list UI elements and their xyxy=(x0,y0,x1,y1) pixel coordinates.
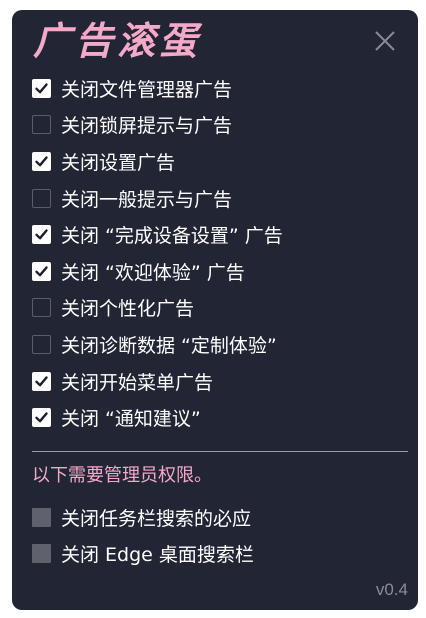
option-row[interactable]: 关闭一般提示与广告 xyxy=(32,180,402,217)
checkmark-icon xyxy=(35,412,48,423)
option-label: 关闭文件管理器广告 xyxy=(61,78,233,101)
option-label: 关闭 “通知建议” xyxy=(61,408,201,431)
disabled-checkbox xyxy=(32,543,51,563)
admin-option-row: 关闭 Edge 桌面搜索栏 xyxy=(32,535,402,571)
checkmark-icon xyxy=(35,156,48,167)
option-checkbox-unchecked[interactable] xyxy=(32,188,51,208)
option-row[interactable]: 关闭 “欢迎体验” 广告 xyxy=(32,253,402,290)
option-checkbox-checked[interactable] xyxy=(32,371,51,391)
option-checkbox-checked[interactable] xyxy=(32,151,51,171)
option-row[interactable]: 关闭开始菜单广告 xyxy=(32,363,402,400)
checkmark-icon xyxy=(35,229,48,240)
option-checkbox-checked[interactable] xyxy=(32,78,51,98)
option-label: 关闭 “欢迎体验” 广告 xyxy=(61,261,245,284)
option-checkbox-checked[interactable] xyxy=(32,408,51,428)
option-label: 关闭个性化广告 xyxy=(61,298,195,321)
option-checkbox-unchecked[interactable] xyxy=(32,115,51,135)
divider xyxy=(32,451,408,452)
close-icon xyxy=(375,31,395,51)
option-checkbox-checked[interactable] xyxy=(32,261,51,281)
option-label: 关闭 “完成设备设置” 广告 xyxy=(61,225,283,248)
app-title: 广告滚蛋 xyxy=(33,18,202,63)
option-row[interactable]: 关闭 “通知建议” xyxy=(32,399,402,436)
checkmark-icon xyxy=(35,266,48,277)
option-checkbox-unchecked[interactable] xyxy=(32,334,51,354)
disabled-checkbox xyxy=(32,507,51,527)
admin-options-list: 关闭任务栏搜索的必应 关闭 Edge 桌面搜索栏 xyxy=(32,499,402,571)
option-label: 关闭设置广告 xyxy=(61,151,176,174)
admin-option-label: 关闭任务栏搜索的必应 xyxy=(61,507,252,530)
option-row[interactable]: 关闭文件管理器广告 xyxy=(32,70,402,107)
option-checkbox-checked[interactable] xyxy=(32,225,51,245)
version-label: v0.4 xyxy=(375,580,408,599)
admin-option-row: 关闭任务栏搜索的必应 xyxy=(32,499,402,535)
option-label: 关闭一般提示与广告 xyxy=(61,188,233,211)
checkmark-icon xyxy=(35,83,48,94)
option-label: 关闭锁屏提示与广告 xyxy=(61,115,233,138)
option-label: 关闭诊断数据 “定制体验” xyxy=(61,334,277,357)
option-checkbox-unchecked[interactable] xyxy=(32,298,51,318)
checkmark-icon xyxy=(35,375,48,386)
close-button[interactable] xyxy=(372,28,398,54)
option-row[interactable]: 关闭设置广告 xyxy=(32,143,402,180)
option-row[interactable]: 关闭 “完成设备设置” 广告 xyxy=(32,216,402,253)
options-list: 关闭文件管理器广告 关闭锁屏提示与广告 关闭设置广告 关闭一般提示与广告 关闭 … xyxy=(32,70,402,436)
admin-option-label: 关闭 Edge 桌面搜索栏 xyxy=(61,543,254,566)
option-row[interactable]: 关闭锁屏提示与广告 xyxy=(32,107,402,144)
option-row[interactable]: 关闭诊断数据 “定制体验” xyxy=(32,326,402,363)
option-label: 关闭开始菜单广告 xyxy=(61,371,214,394)
admin-note: 以下需要管理员权限。 xyxy=(32,465,212,486)
app-window: 广告滚蛋 关闭文件管理器广告 关闭锁屏提示与广告 关闭设置广告 关闭一般提示与广… xyxy=(12,10,418,610)
option-row[interactable]: 关闭个性化广告 xyxy=(32,290,402,327)
